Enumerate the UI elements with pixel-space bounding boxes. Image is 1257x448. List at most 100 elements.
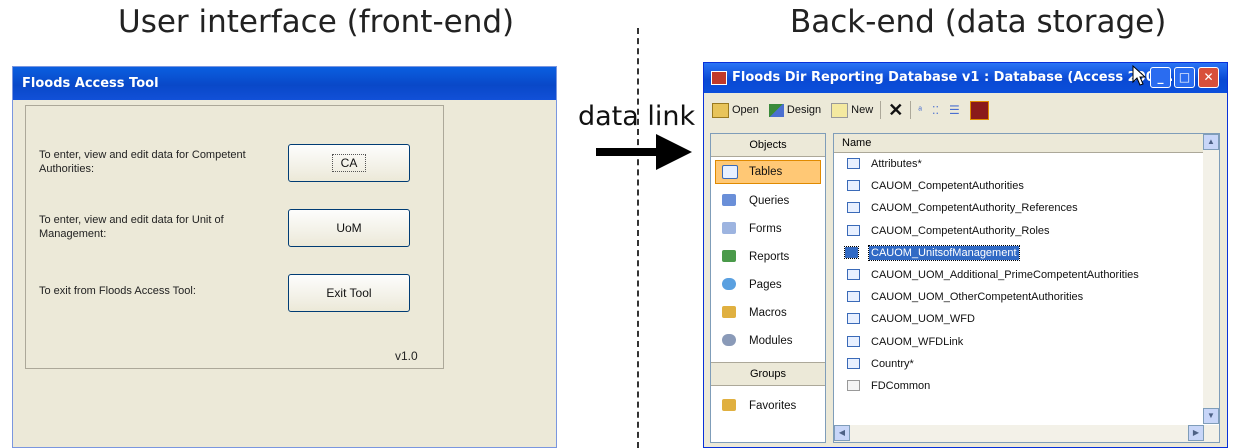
objects-header: Objects: [711, 134, 825, 157]
design-button[interactable]: Design: [766, 103, 824, 117]
table-row[interactable]: CAUOM_CompetentAuthority_References: [834, 197, 1219, 219]
details-view-button[interactable]: [967, 100, 992, 120]
query-icon: [722, 194, 736, 206]
report-icon: [722, 250, 736, 262]
uom-description: To enter, view and edit data for Unit of…: [39, 214, 224, 240]
table-name: Attributes*: [871, 158, 922, 171]
open-icon: [712, 102, 729, 118]
small-icons-icon[interactable]: ⁚⁚: [929, 104, 942, 117]
vertical-scrollbar[interactable]: ▲ ▼: [1203, 134, 1219, 424]
design-label: Design: [786, 104, 822, 116]
groups-header: Groups: [711, 362, 825, 386]
table-icon: [847, 268, 860, 280]
version-label: v1.0: [395, 349, 418, 363]
table-name: FDCommon: [871, 379, 931, 392]
name-column-header[interactable]: Name: [834, 134, 1219, 153]
database-toolbar: Open Design New ✕ ᵃ ⁚⁚ ☰: [709, 95, 992, 125]
new-icon: [831, 102, 849, 118]
table-name: CAUOM_CompetentAuthority_Roles: [871, 224, 1050, 237]
toolbar-separator: [880, 101, 882, 119]
table-name: CAUOM_UOM_Additional_PrimeCompetentAutho…: [871, 269, 1139, 282]
table-icon: [847, 335, 860, 347]
scroll-up-button[interactable]: ▲: [1203, 134, 1219, 150]
table-name: Country*: [871, 357, 914, 370]
database-title-bar: Floods Dir Reporting Database v1 : Datab…: [704, 63, 1227, 93]
access-database-window: Floods Dir Reporting Database v1 : Datab…: [703, 62, 1228, 448]
maximize-button[interactable]: □: [1174, 67, 1195, 88]
table-icon: [847, 313, 860, 325]
table-icon: [844, 245, 859, 259]
table-icon: [847, 180, 860, 192]
table-row[interactable]: FDCommon: [834, 375, 1219, 397]
scroll-left-button[interactable]: ◀: [834, 425, 850, 441]
list-view-icon[interactable]: ☰: [946, 103, 963, 117]
front-end-heading: User interface (front-end): [118, 4, 515, 40]
table-row[interactable]: CAUOM_UOM_WFD: [834, 308, 1219, 330]
table-name: CAUOM_UnitsofManagement: [868, 244, 1020, 261]
object-label: Macros: [749, 307, 787, 319]
table-name: CAUOM_CompetentAuthorities: [871, 180, 1024, 193]
favorites-item[interactable]: Favorites: [711, 392, 796, 420]
open-button[interactable]: Open: [709, 102, 762, 118]
window-title: Floods Access Tool: [13, 67, 556, 100]
uom-button[interactable]: UoM: [288, 209, 410, 247]
exit-tool-button-label: Exit Tool: [326, 286, 372, 300]
scroll-down-button[interactable]: ▼: [1203, 408, 1219, 424]
object-label: Queries: [749, 195, 790, 207]
scroll-right-button[interactable]: ▶: [1188, 425, 1204, 441]
table-row[interactable]: CAUOM_UOM_OtherCompetentAuthorities: [834, 286, 1219, 308]
table-row[interactable]: CAUOM_CompetentAuthority_Roles: [834, 220, 1219, 242]
ca-button[interactable]: CA: [288, 144, 410, 182]
table-icon: [847, 158, 860, 169]
table-name: CAUOM_WFDLink: [871, 335, 964, 348]
new-button[interactable]: New: [828, 102, 876, 118]
table-row[interactable]: CAUOM_UOM_Additional_PrimeCompetentAutho…: [834, 264, 1219, 286]
table-row-selected[interactable]: CAUOM_UnitsofManagement: [834, 242, 1219, 264]
table-icon: [847, 224, 860, 236]
page-icon: [722, 278, 736, 290]
database-title: Floods Dir Reporting Database v1 : Datab…: [732, 70, 1184, 85]
object-label: Pages: [749, 279, 782, 291]
object-label: Tables: [749, 166, 783, 178]
object-tables[interactable]: Tables: [715, 160, 821, 184]
object-macros[interactable]: Macros: [711, 299, 825, 327]
mouse-cursor-icon: [1132, 65, 1147, 86]
table-row[interactable]: CAUOM_CompetentAuthorities: [834, 175, 1219, 197]
object-modules[interactable]: Modules: [711, 327, 825, 355]
table-row[interactable]: Attributes*: [834, 153, 1219, 175]
table-name: CAUOM_UOM_OtherCompetentAuthorities: [871, 291, 1084, 304]
favorites-folder-icon: [722, 399, 736, 411]
open-label: Open: [732, 104, 759, 116]
access-app-icon: [711, 71, 727, 85]
objects-pane: Objects Tables Queries Forms Reports Pag…: [710, 133, 826, 443]
delete-icon[interactable]: ✕: [885, 100, 906, 121]
toolbar-separator: [910, 101, 912, 119]
table-row[interactable]: Country*: [834, 353, 1219, 375]
object-queries[interactable]: Queries: [711, 187, 825, 215]
design-icon: [768, 103, 784, 117]
object-label: Reports: [749, 251, 790, 263]
object-pages[interactable]: Pages: [711, 271, 825, 299]
tables-list: Name Attributes* CAUOM_CompetentAuthorit…: [833, 133, 1220, 443]
table-icon: [847, 357, 860, 369]
dashed-divider: [637, 28, 639, 448]
details-view-icon: [969, 100, 989, 120]
favorites-label: Favorites: [749, 400, 797, 412]
right-arrow-icon: [596, 134, 692, 170]
floods-access-tool-window: Floods Access Tool To enter, view and ed…: [12, 66, 557, 448]
large-icons-icon[interactable]: ᵃ: [915, 105, 925, 116]
uom-button-label: UoM: [336, 221, 362, 235]
menu-panel: To enter, view and edit data for Compete…: [25, 105, 444, 369]
horizontal-scrollbar[interactable]: ◀ ▶: [834, 425, 1219, 442]
exit-tool-button[interactable]: Exit Tool: [288, 274, 410, 312]
object-forms[interactable]: Forms: [711, 215, 825, 243]
ca-description: To enter, view and edit data for Compete…: [39, 149, 246, 175]
table-icon: [722, 165, 738, 179]
object-label: Forms: [749, 223, 782, 235]
minimize-button[interactable]: _: [1150, 67, 1171, 88]
close-button[interactable]: ✕: [1198, 67, 1219, 88]
table-row[interactable]: CAUOM_WFDLink: [834, 331, 1219, 353]
object-reports[interactable]: Reports: [711, 243, 825, 271]
exit-description: To exit from Floods Access Tool:: [39, 285, 196, 297]
table-name: CAUOM_CompetentAuthority_References: [871, 202, 1078, 215]
